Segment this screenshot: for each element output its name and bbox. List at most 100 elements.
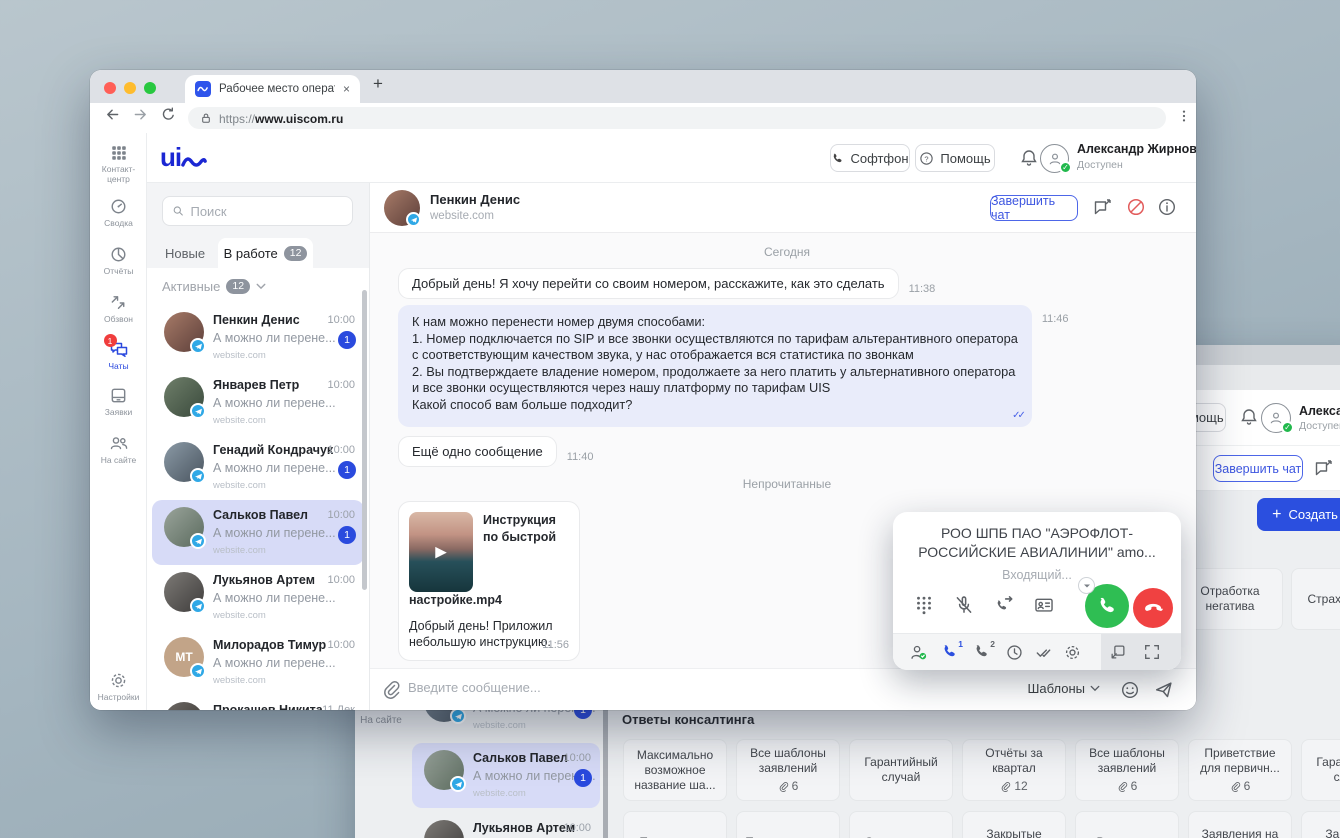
template-card[interactable]: Закрытые заявки: [962, 811, 1066, 838]
template-card[interactable]: Все шаблоны заявлений 6: [736, 739, 840, 801]
message-input[interactable]: [408, 680, 926, 695]
bell-icon[interactable]: [1239, 407, 1259, 427]
finish-chat-button[interactable]: Завершить чат: [990, 195, 1078, 221]
template-card[interactable]: Максимально возможное название ша...: [623, 739, 727, 801]
back-icon[interactable]: [104, 106, 121, 123]
dialpad-icon[interactable]: [913, 594, 935, 616]
template-card[interactable]: Гарантийный случай: [849, 739, 953, 801]
close-window-button[interactable]: [104, 82, 116, 94]
list-item-selected[interactable]: Сальков Павел 10:00 А можно ли перене...…: [152, 500, 364, 565]
transfer-call-icon[interactable]: [993, 594, 1015, 616]
list-item[interactable]: Лукьянов Артем 10:00: [412, 813, 600, 838]
template-card[interactable]: Все заявки: [1075, 811, 1179, 838]
scrollbar[interactable]: [603, 705, 608, 838]
line-2-icon[interactable]: 2: [973, 643, 990, 663]
browser-tab[interactable]: Рабочее место оператора ×: [185, 75, 360, 103]
contact-card-icon[interactable]: [1033, 594, 1055, 616]
answer-options-icon[interactable]: [1078, 577, 1095, 594]
sidebar-item-contact-center[interactable]: Контакт-центр: [90, 144, 147, 184]
line-1-icon[interactable]: 1: [941, 643, 958, 663]
template-card[interactable]: Все шаблоны заявлений 6: [1075, 739, 1179, 801]
template-card[interactable]: Приветствие: [623, 811, 727, 838]
minimize-window-button[interactable]: [124, 82, 136, 94]
help-button[interactable]: ? Помощь: [915, 144, 995, 172]
list-item[interactable]: Январев Петр 10:00 А можно ли перене... …: [152, 370, 364, 435]
bell-icon[interactable]: [1019, 148, 1039, 168]
fullscreen-icon[interactable]: [1143, 643, 1161, 661]
user-avatar[interactable]: ✓: [1040, 144, 1069, 173]
uis-logo[interactable]: ui: [160, 145, 207, 169]
template-card[interactable]: Страхование: [1291, 568, 1340, 630]
play-icon[interactable]: ▶: [435, 543, 447, 561]
template-card[interactable]: Гарантийный случай: [1301, 739, 1340, 801]
active-filter-dropdown[interactable]: Активные 12: [162, 275, 266, 297]
bg-finish-chat-button[interactable]: Завершить чат: [1213, 455, 1303, 482]
scrollbar[interactable]: [362, 290, 367, 590]
decline-call-button[interactable]: [1133, 588, 1173, 628]
tab-new-chats[interactable]: Новые: [165, 238, 205, 268]
bg-create-button[interactable]: + Создать: [1257, 498, 1340, 531]
call-status: Входящий...: [893, 568, 1181, 582]
template-card[interactable]: Приветствие для первичн... 6: [1188, 739, 1292, 801]
sidebar-item-dialer[interactable]: Обзвон: [90, 293, 147, 325]
chat-export-icon[interactable]: [1092, 197, 1112, 217]
video-attachment[interactable]: ▶ Инструкция по быстрой настройке.mp4 До…: [398, 501, 580, 661]
reload-icon[interactable]: [160, 106, 177, 123]
collapse-window-icon[interactable]: [1109, 643, 1127, 661]
list-item[interactable]: Пенкин Денис 10:00 А можно ли перене... …: [152, 305, 364, 370]
url-scheme: https://: [219, 112, 255, 126]
missed-calls-icon[interactable]: [1034, 643, 1053, 662]
template-card[interactable]: Заявления на отсрочку: [1188, 811, 1292, 838]
outgoing-bubble: К нам можно перенести номер двумя способ…: [398, 305, 1032, 427]
search-box[interactable]: [162, 196, 353, 226]
incoming-message: Ещё одно сообщение 11:40: [398, 436, 1176, 467]
user-menu[interactable]: Александр Жирнов: [1077, 142, 1196, 156]
info-icon[interactable]: [1157, 197, 1177, 217]
operator-status-icon[interactable]: [909, 643, 928, 662]
sidebar-item-tickets[interactable]: Заявки: [90, 386, 147, 418]
chats-unread-badge: 1: [104, 334, 117, 347]
template-card[interactable]: Закрытые заявки: [1301, 811, 1340, 838]
sidebar-item-settings[interactable]: Настройки: [90, 671, 147, 703]
list-item[interactable]: МТ Милорадов Тимур 10:00 А можно ли пере…: [152, 630, 364, 695]
bg-user-avatar[interactable]: ✓: [1261, 403, 1291, 433]
new-tab-button[interactable]: +: [373, 74, 383, 94]
softphone-settings-icon[interactable]: [1063, 643, 1082, 662]
call-history-icon[interactable]: [1005, 643, 1024, 662]
caller-name: РОО ШПБ ПАО "АЭРОФЛОТ- РОССИЙСКИЕ АВИАЛИ…: [907, 524, 1167, 562]
template-card[interactable]: Отчёты за квартал 12: [962, 739, 1066, 801]
list-item-selected[interactable]: Сальков Павел 10:00 А можно ли перене...…: [412, 743, 600, 808]
sidebar-item-summary[interactable]: Сводка: [90, 197, 147, 229]
attachment-icon[interactable]: [381, 679, 401, 699]
day-divider: Сегодня: [398, 245, 1176, 259]
close-tab-icon[interactable]: ×: [343, 82, 350, 96]
bg-user-name[interactable]: Александр Жирнов: [1299, 404, 1340, 418]
visitors-icon: [109, 433, 129, 453]
sidebar-item-onsite[interactable]: На сайте: [90, 433, 147, 466]
emoji-icon[interactable]: [1120, 680, 1140, 700]
template-card[interactable]: Путевые листы: [736, 811, 840, 838]
forward-icon[interactable]: [132, 106, 149, 123]
status-online-badge: ✓: [1281, 421, 1294, 434]
sidebar-item-chats[interactable]: 1 Чаты: [90, 339, 147, 372]
list-item[interactable]: Прокашев Никита 11 Дек: [152, 695, 364, 710]
bg-chat-export-icon[interactable]: [1313, 458, 1333, 478]
softphone-button[interactable]: Софтфон: [830, 144, 910, 172]
template-card[interactable]: Страхование: [849, 811, 953, 838]
sidebar-item-reports[interactable]: Отчёты: [90, 245, 147, 277]
zoom-window-button[interactable]: [144, 82, 156, 94]
send-icon[interactable]: [1153, 679, 1174, 700]
url-bar[interactable]: https://www.uiscom.ru: [188, 107, 1166, 129]
tab-in-work[interactable]: В работе 12: [218, 238, 313, 268]
user-status: Доступен: [1077, 159, 1123, 171]
block-user-icon[interactable]: [1126, 197, 1146, 217]
list-item[interactable]: Лукьянов Артем 10:00 А можно ли перене..…: [152, 565, 364, 630]
bg-sidebar-item-onsite[interactable]: На сайте: [355, 715, 407, 726]
mute-microphone-icon[interactable]: [953, 594, 975, 616]
search-input[interactable]: [190, 204, 343, 219]
templates-dropdown[interactable]: Шаблоны: [1028, 681, 1101, 696]
list-item[interactable]: Генадий Кондрачук 10:00 А можно ли перен…: [152, 435, 364, 500]
template-card-label: Отработка негатива: [1184, 584, 1276, 614]
browser-menu-icon[interactable]: [1176, 108, 1192, 124]
pie-chart-icon: [109, 245, 128, 264]
